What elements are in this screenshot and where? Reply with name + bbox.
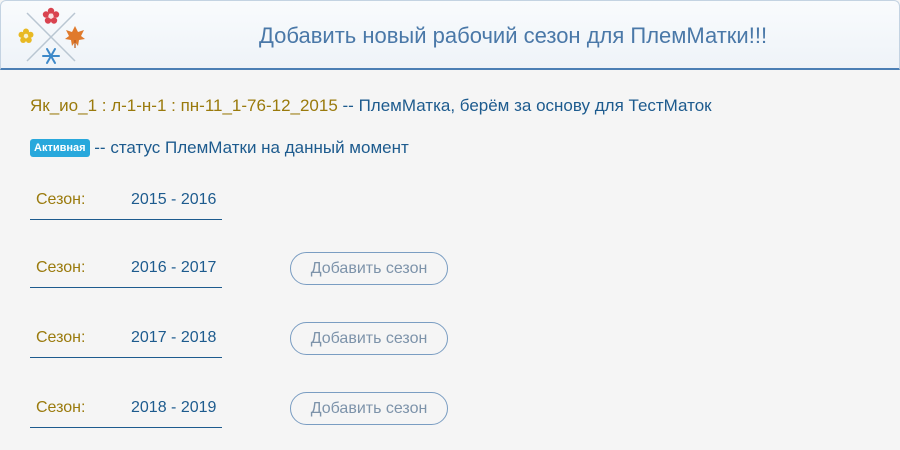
add-season-button[interactable]: Добавить сезон xyxy=(290,322,448,355)
season-row: Сезон: 2017 - 2018 xyxy=(30,318,222,358)
dialog-title: Добавить новый рабочий сезон для ПлемМат… xyxy=(259,23,768,48)
dialog-header: Добавить новый рабочий сезон для ПлемМат… xyxy=(0,0,900,70)
hive-id: Як_ио_1 : л-1-н-1 : пн-11_1-76-12_2015 xyxy=(30,96,338,115)
season-years: 2016 - 2017 xyxy=(131,259,217,276)
season-years: 2015 - 2016 xyxy=(131,191,217,208)
add-season-button[interactable]: Добавить сезон xyxy=(290,252,448,285)
season-label: Сезон: xyxy=(36,259,86,276)
add-season-dialog: Добавить новый рабочий сезон для ПлемМат… xyxy=(0,0,900,450)
hive-info-line: Як_ио_1 : л-1-н-1 : пн-11_1-76-12_2015 -… xyxy=(30,96,712,116)
season-label: Сезон: xyxy=(36,399,86,416)
add-season-button[interactable]: Добавить сезон xyxy=(290,392,448,425)
season-label: Сезон: xyxy=(36,191,86,208)
season-row: Сезон: 2016 - 2017 xyxy=(30,248,222,288)
season-years: 2018 - 2019 xyxy=(131,399,217,416)
four-seasons-logo-icon xyxy=(18,7,85,64)
status-line: Активная -- статус ПлемМатки на данный м… xyxy=(30,138,409,158)
status-badge: Активная xyxy=(30,139,90,157)
season-row: Сезон: 2018 - 2019 xyxy=(30,388,222,428)
season-label: Сезон: xyxy=(36,329,86,346)
season-years: 2017 - 2018 xyxy=(131,329,217,346)
status-description: -- статус ПлемМатки на данный момент xyxy=(89,138,409,157)
season-row: Сезон: 2015 - 2016 xyxy=(30,180,222,220)
hive-description: -- ПлемМатка, берём за основу для ТестМа… xyxy=(337,96,712,115)
